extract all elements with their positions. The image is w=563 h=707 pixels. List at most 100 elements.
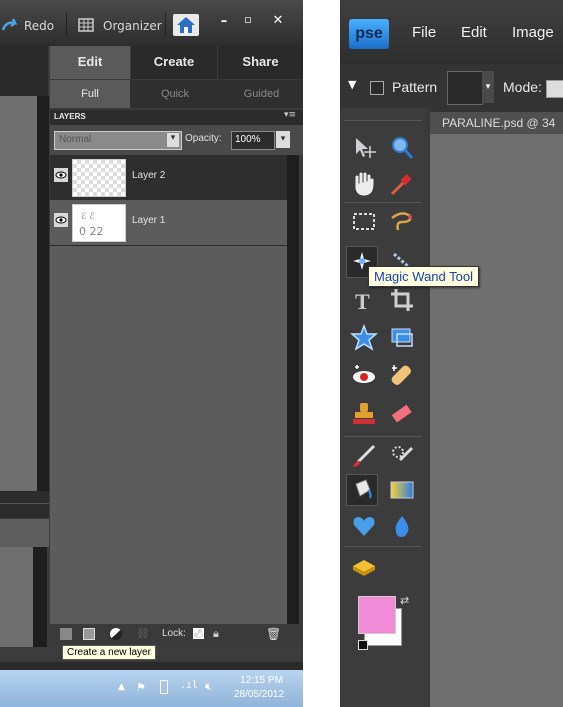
lock-icon[interactable]: 🔒︎ (213, 628, 225, 640)
chevron-down-icon: ▾ (167, 133, 179, 147)
tab-guided[interactable]: Guided (220, 80, 303, 108)
canvas-scrollbar[interactable] (37, 96, 49, 491)
mode-select[interactable] (546, 80, 563, 98)
recompose-tool-icon[interactable] (388, 324, 416, 352)
tab-share[interactable]: Share (218, 46, 303, 79)
panel-menu-icon[interactable]: ▾≡ (284, 110, 296, 120)
pattern-label: Pattern (392, 79, 438, 95)
link-icon[interactable]: ⛓ (136, 628, 150, 640)
layer-name[interactable]: Layer 1 (132, 215, 165, 226)
opacity-dropdown-icon[interactable]: ▾ (276, 131, 290, 148)
panel-header-2 (0, 503, 49, 518)
panel-2-area (0, 547, 33, 647)
organizer-button[interactable]: Organizer (103, 19, 162, 33)
pattern-dropdown-icon[interactable]: ▾ (482, 71, 494, 103)
shape-tool-icon[interactable] (350, 324, 378, 352)
type-tool-icon[interactable]: T (350, 286, 378, 314)
clock-time[interactable]: 12:15 PM (234, 675, 289, 686)
lock-transparency-icon[interactable] (193, 628, 204, 639)
menu-file[interactable]: File (412, 24, 436, 41)
panel-2-scrollbar[interactable] (33, 547, 47, 647)
layer-row-layer-2[interactable]: Layer 2 (50, 155, 287, 201)
flag-icon[interactable]: ⚑ (136, 681, 146, 694)
mode-tabs: Edit Create Share (50, 46, 303, 79)
lasso-tool-icon[interactable] (388, 208, 416, 236)
eye-icon[interactable] (54, 168, 68, 182)
close-button[interactable]: ✕ (268, 13, 288, 28)
svg-text:0 22: 0 22 (79, 225, 104, 238)
blend-mode-select[interactable]: Normal ▾ (54, 131, 182, 150)
eyedropper-tool-icon[interactable] (388, 170, 416, 198)
blur-tool-icon[interactable] (388, 512, 416, 540)
pattern-swatch[interactable] (447, 71, 483, 105)
paint-bucket-tool-icon[interactable] (348, 476, 376, 504)
document-tab[interactable]: PARALINE.psd @ 34 (430, 112, 563, 134)
layer-thumbnail (72, 159, 126, 197)
default-colors-icon[interactable] (358, 640, 368, 650)
new-layer-tooltip: Create a new layer (62, 645, 156, 660)
zoom-tool-icon[interactable] (388, 134, 416, 162)
title-bar: Redo Organizer – ▫ ✕ (0, 0, 303, 46)
new-layer-icon[interactable] (60, 628, 72, 640)
new-mask-icon[interactable] (83, 628, 95, 640)
redo-button[interactable]: Redo (24, 19, 54, 33)
marquee-tool-icon[interactable] (350, 208, 378, 236)
foreground-color-swatch[interactable] (358, 596, 396, 634)
mode-label: Mode: (503, 79, 542, 95)
tab-quick[interactable]: Quick (135, 80, 215, 108)
healing-brush-tool-icon[interactable] (388, 362, 416, 390)
svg-text:ℰ ℰ: ℰ ℰ (81, 212, 95, 222)
document-tab-title: PARALINE.psd @ 34 (442, 116, 556, 130)
options-bar: ▼ Pattern ▾ Mode: (340, 64, 563, 108)
smart-brush-tool-icon[interactable] (388, 442, 416, 470)
eye-icon[interactable] (54, 213, 68, 227)
clone-stamp-tool-icon[interactable] (350, 400, 378, 428)
clock-date[interactable]: 28/05/2012 (228, 689, 290, 700)
brush-tool-icon[interactable] (350, 442, 378, 470)
trash-icon[interactable]: 🗑︎ (266, 628, 281, 640)
organizer-grid-icon[interactable] (78, 18, 94, 32)
battery-icon[interactable] (160, 680, 168, 694)
redo-icon[interactable] (2, 18, 18, 32)
eraser-tool-icon[interactable] (388, 400, 416, 428)
layer-name[interactable]: Layer 2 (132, 170, 165, 181)
home-icon (177, 17, 195, 33)
menu-image[interactable]: Image (512, 24, 554, 41)
volume-muted-icon[interactable]: 🔇︎ (205, 680, 212, 694)
sponge-tool-icon[interactable] (350, 552, 378, 580)
pse-logo: pse (349, 19, 389, 49)
home-button[interactable] (173, 14, 199, 36)
minimize-button[interactable]: – (214, 14, 234, 29)
adjustment-layer-icon[interactable] (110, 628, 122, 640)
svg-text:T: T (355, 289, 370, 314)
hand-tool-icon[interactable] (350, 170, 378, 198)
restore-button[interactable]: ▫ (238, 13, 258, 26)
layers-title: LAYERS (54, 112, 86, 121)
tab-edit[interactable]: Edit (50, 46, 130, 79)
gradient-tool-icon[interactable] (388, 476, 416, 504)
custom-shape-heart-icon[interactable] (350, 512, 378, 540)
opacity-field[interactable]: 100% (231, 131, 275, 150)
windows-taskbar: ▲ ⚑ .ıl 🔇︎ 12:15 PM 28/05/2012 (0, 670, 303, 707)
crop-tool-icon[interactable] (388, 286, 416, 314)
document-canvas[interactable] (430, 134, 563, 707)
swap-colors-icon[interactable]: ⇄ (400, 594, 409, 607)
status-strip (0, 662, 303, 670)
tab-create[interactable]: Create (131, 46, 217, 79)
layers-scrollbar[interactable] (287, 155, 299, 625)
menu-edit[interactable]: Edit (461, 24, 487, 41)
tool-preset-dropdown-icon[interactable]: ▼ (348, 78, 356, 91)
layer-row-layer-1[interactable]: ℰ ℰ 0 22 Layer 1 (50, 200, 287, 246)
blend-mode-value: Normal (59, 134, 92, 145)
red-eye-tool-icon[interactable] (350, 362, 378, 390)
panel-2-content (0, 519, 49, 547)
move-tool-icon[interactable] (350, 134, 378, 162)
tab-full[interactable]: Full (50, 80, 130, 108)
network-icon[interactable]: .ıl (180, 680, 198, 691)
lock-label: Lock: (162, 628, 186, 639)
show-hidden-icon[interactable]: ▲ (118, 682, 125, 692)
canvas-hscrollbar[interactable] (0, 491, 49, 503)
pattern-checkbox[interactable] (370, 81, 384, 95)
opacity-value: 100% (235, 134, 261, 145)
sketch-thumbnail-icon: ℰ ℰ 0 22 (79, 212, 104, 238)
